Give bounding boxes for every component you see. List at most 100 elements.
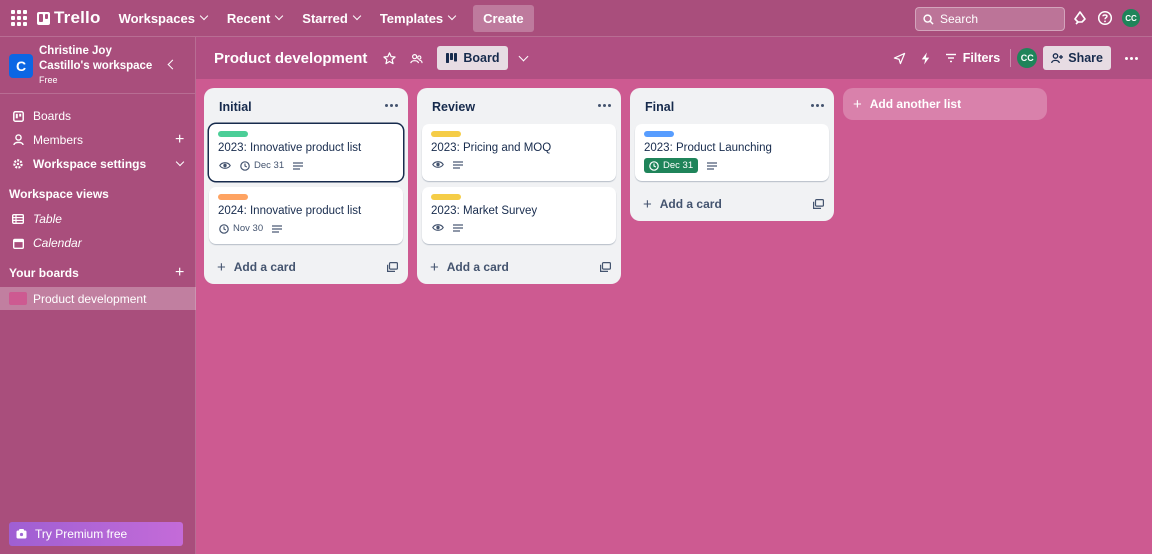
- due-date-complete-badge[interactable]: Dec 31: [644, 158, 699, 173]
- clock-icon: [240, 160, 250, 171]
- workspaces-menu-label: Workspaces: [118, 10, 195, 26]
- card-label-orange: [218, 194, 248, 200]
- board-member-avatar[interactable]: CC: [1017, 48, 1038, 68]
- table-icon: [12, 214, 24, 224]
- due-date-text: Dec 31: [254, 160, 285, 171]
- card-badges: Dec 31: [644, 158, 718, 173]
- sidebar-item-label: Boards: [33, 109, 72, 123]
- starred-menu[interactable]: Starred: [294, 5, 368, 32]
- workspace-visibility-icon[interactable]: [410, 52, 423, 65]
- create-from-template-icon[interactable]: [813, 198, 825, 212]
- create-button[interactable]: Create: [473, 4, 534, 32]
- create-from-template-icon[interactable]: [387, 261, 399, 275]
- workspace-plan: Free: [39, 75, 58, 85]
- list-title[interactable]: Initial: [219, 100, 252, 114]
- description-icon: [453, 160, 463, 169]
- chevron-down-icon: [275, 11, 284, 21]
- list-menu-icon[interactable]: [811, 104, 824, 107]
- sidebar-item-workspace-settings[interactable]: Workspace settings: [0, 152, 196, 176]
- collapse-sidebar-icon[interactable]: [167, 59, 178, 70]
- workspaces-menu[interactable]: Workspaces: [111, 5, 215, 32]
- recent-menu[interactable]: Recent: [219, 5, 290, 32]
- star-icon[interactable]: [383, 51, 397, 65]
- automation-icon[interactable]: [920, 51, 931, 65]
- card-2023-innovative-product-list[interactable]: 2023: Innovative product list Dec 31: [209, 124, 403, 181]
- card-label-blue: [644, 131, 674, 137]
- gear-icon: [12, 158, 24, 170]
- add-person-icon: [1051, 52, 1064, 63]
- chevron-down-icon: [175, 157, 185, 167]
- sidebar-item-members[interactable]: Members +: [0, 128, 196, 152]
- add-card-label: Add a card: [233, 260, 296, 274]
- add-card-button[interactable]: + Add a card: [417, 250, 621, 284]
- help-icon[interactable]: [1097, 10, 1113, 26]
- power-ups-icon[interactable]: [893, 52, 906, 65]
- workspace-name[interactable]: Christine Joy Castillo's workspace: [39, 44, 159, 74]
- board-title[interactable]: Product development: [214, 50, 367, 67]
- board-view-button[interactable]: Board: [437, 46, 509, 70]
- workspace-logo[interactable]: C: [9, 54, 33, 78]
- sidebar-item-label: Table: [33, 212, 62, 226]
- list-menu-icon[interactable]: [598, 104, 611, 107]
- trello-board-icon: [12, 110, 24, 122]
- notifications-icon[interactable]: [1072, 10, 1088, 26]
- list-header: Review: [417, 88, 621, 124]
- card-badges: [432, 160, 463, 169]
- card-2023-product-launching[interactable]: 2023: Product Launching Dec 31: [635, 124, 829, 181]
- add-member-icon[interactable]: +: [175, 131, 184, 149]
- sidebar-item-boards[interactable]: Boards: [0, 104, 196, 128]
- add-card-button[interactable]: + Add a card: [630, 187, 834, 221]
- sidebar-item-table[interactable]: Table: [0, 207, 196, 231]
- user-avatar[interactable]: CC: [1122, 9, 1140, 27]
- workspace-views-title: Workspace views: [9, 187, 109, 201]
- sidebar-board-product-development[interactable]: Product development: [0, 287, 196, 310]
- add-another-list-button[interactable]: + Add another list: [843, 88, 1047, 120]
- add-card-label: Add a card: [659, 197, 722, 211]
- search-box[interactable]: [915, 7, 1065, 31]
- view-options-chevron-icon[interactable]: [519, 51, 529, 61]
- templates-menu[interactable]: Templates: [372, 5, 463, 32]
- filters-button[interactable]: Filters: [945, 51, 1000, 65]
- create-from-template-icon[interactable]: [600, 261, 612, 275]
- chevron-down-icon: [447, 11, 457, 21]
- add-list-label: Add another list: [869, 97, 962, 111]
- app-switcher-icon[interactable]: [11, 10, 27, 26]
- share-label: Share: [1068, 51, 1103, 65]
- plus-icon: +: [643, 195, 652, 213]
- board-menu-icon[interactable]: [1125, 56, 1138, 60]
- board-member-initials: CC: [1020, 53, 1034, 63]
- card-2023-market-survey[interactable]: 2023: Market Survey: [422, 187, 616, 244]
- calendar-icon: [12, 238, 24, 249]
- chevron-down-icon: [352, 11, 362, 21]
- search-icon: [923, 13, 934, 25]
- sidebar: C Christine Joy Castillo's workspace Fre…: [0, 37, 196, 554]
- board-color-swatch: [9, 292, 27, 305]
- list-title[interactable]: Final: [645, 100, 674, 114]
- sidebar-item-calendar[interactable]: Calendar: [0, 231, 196, 255]
- watch-icon: [432, 160, 444, 169]
- card-2023-pricing-and-moq[interactable]: 2023: Pricing and MOQ: [422, 124, 616, 181]
- card-2024-innovative-product-list[interactable]: 2024: Innovative product list Nov 30: [209, 187, 403, 244]
- board-header-actions: Filters CC Share: [893, 37, 1152, 79]
- share-button[interactable]: Share: [1043, 46, 1111, 70]
- list-menu-icon[interactable]: [385, 104, 398, 107]
- add-board-icon[interactable]: +: [175, 264, 184, 282]
- board-view-icon: [446, 53, 458, 63]
- add-card-label: Add a card: [446, 260, 509, 274]
- list-title[interactable]: Review: [432, 100, 475, 114]
- top-right-icons: CC: [1072, 9, 1140, 27]
- add-card-button[interactable]: + Add a card: [204, 250, 408, 284]
- trello-logo[interactable]: Trello: [37, 8, 101, 28]
- due-date-text: Dec 31: [663, 160, 694, 171]
- description-icon: [272, 224, 283, 233]
- try-premium-button[interactable]: Try Premium free: [9, 522, 183, 546]
- plus-icon: +: [430, 258, 439, 276]
- due-date-badge: Nov 30: [219, 223, 263, 234]
- board-header: Product development Board Filters CC Sha…: [196, 37, 1152, 79]
- filter-icon: [945, 53, 956, 63]
- trello-logo-icon: [37, 11, 50, 25]
- sidebar-item-label: Members: [33, 133, 84, 147]
- description-icon: [293, 161, 304, 170]
- search-input[interactable]: [940, 12, 1050, 26]
- card-label-green: [218, 131, 248, 137]
